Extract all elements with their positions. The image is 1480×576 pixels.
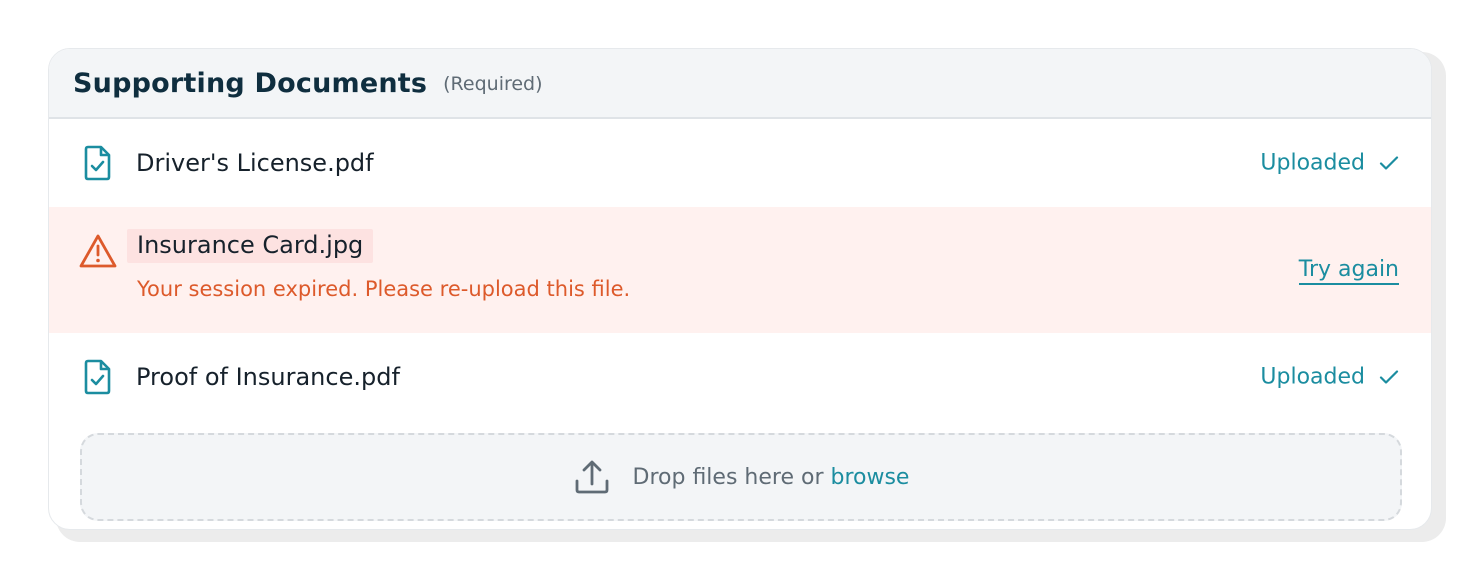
file-name: Driver's License.pdf — [136, 149, 374, 177]
checkmark-icon — [1379, 155, 1399, 171]
browse-link[interactable]: browse — [830, 465, 909, 490]
file-row-proof-of-insurance: Proof of Insurance.pdf Uploaded — [49, 333, 1431, 421]
card-title: Supporting Documents — [73, 67, 428, 99]
checkmark-icon — [1379, 369, 1399, 385]
upload-status: Uploaded — [1260, 365, 1399, 390]
status-label: Uploaded — [1260, 364, 1365, 390]
file-row-insurance-card-error: Insurance Card.jpg Your session expired.… — [49, 207, 1431, 333]
file-check-icon — [82, 359, 114, 395]
file-check-icon — [82, 145, 114, 181]
card-header: Supporting Documents (Required) — [49, 49, 1431, 119]
warning-icon — [79, 233, 117, 269]
try-again-link[interactable]: Try again — [1298, 257, 1399, 285]
file-name: Insurance Card.jpg — [137, 231, 364, 259]
upload-icon — [573, 459, 611, 495]
file-row-drivers-license: Driver's License.pdf Uploaded — [49, 119, 1431, 207]
error-message: Your session expired. Please re-upload t… — [137, 277, 631, 301]
required-label: (Required) — [443, 73, 543, 95]
supporting-documents-card: Supporting Documents (Required) Driver's… — [48, 48, 1432, 530]
file-dropzone[interactable]: Drop files here or browse — [80, 433, 1402, 521]
file-name: Proof of Insurance.pdf — [136, 363, 400, 391]
upload-status: Uploaded — [1260, 151, 1399, 176]
dropzone-text: Drop files here or — [632, 464, 824, 490]
error-file-name-highlight: Insurance Card.jpg — [127, 229, 374, 263]
status-label: Uploaded — [1260, 150, 1365, 176]
